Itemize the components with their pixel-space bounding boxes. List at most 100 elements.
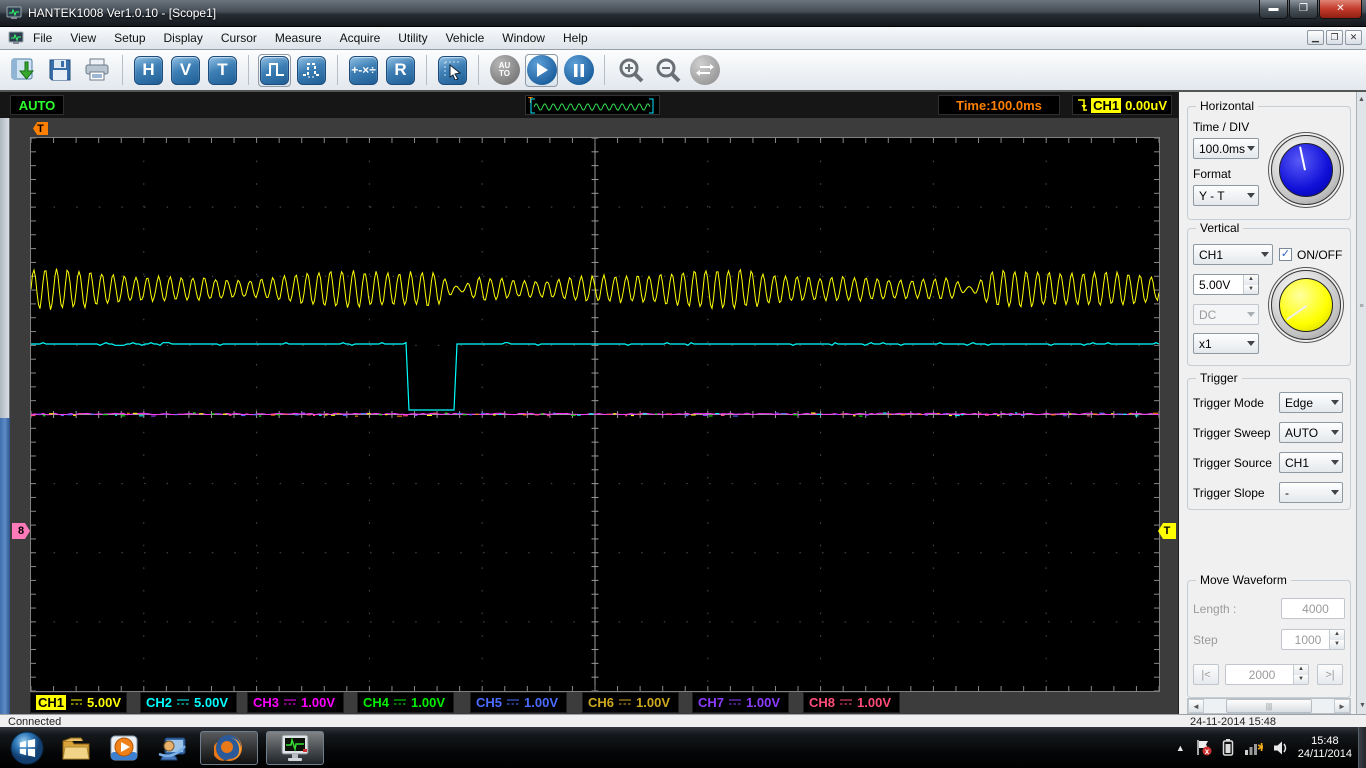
horizontal-knob[interactable] — [1271, 135, 1341, 205]
acquisition-mode-badge: AUTO — [10, 95, 64, 115]
zoom-in-button[interactable] — [614, 54, 647, 87]
menu-item-setup[interactable]: Setup — [105, 28, 154, 48]
hidden-icons-arrow-icon[interactable]: ▲ — [1176, 743, 1185, 753]
step-spinner[interactable]: 1000▲▼ — [1281, 629, 1345, 650]
reference-button[interactable]: R — [384, 54, 417, 87]
menu-item-measure[interactable]: Measure — [266, 28, 331, 48]
move-first-button[interactable]: |< — [1193, 664, 1219, 685]
channel-label-ch5[interactable]: CH51.00V — [470, 692, 567, 713]
vertical-knob[interactable] — [1271, 270, 1341, 340]
menu-item-acquire[interactable]: Acquire — [331, 28, 390, 48]
network-icon[interactable]: ✱ — [1244, 739, 1263, 756]
clock-date: 24/11/2014 — [1298, 748, 1352, 761]
menu-item-vehicle[interactable]: Vehicle — [437, 28, 494, 48]
close-button[interactable]: ✕ — [1319, 0, 1362, 19]
time-div-select[interactable]: 100.0ms — [1193, 138, 1259, 159]
waveform-preview[interactable]: T — [525, 95, 660, 115]
print-button[interactable] — [80, 54, 113, 87]
autoset-button[interactable]: AUTO — [488, 54, 521, 87]
digital-mode-button[interactable] — [295, 54, 328, 87]
minimize-button[interactable]: ▬ — [1259, 0, 1288, 19]
trigger-panel-button[interactable]: T — [206, 54, 239, 87]
ch8-ground-marker[interactable]: 8 — [12, 523, 30, 539]
save-button[interactable] — [43, 54, 76, 87]
position-spinner[interactable]: 2000▲▼ — [1225, 664, 1309, 685]
length-field[interactable]: 4000 — [1281, 598, 1345, 619]
refresh-button[interactable] — [688, 54, 721, 87]
menu-item-cursor[interactable]: Cursor — [212, 28, 266, 48]
speaker-icon[interactable] — [1273, 740, 1288, 756]
horizontal-panel-button[interactable]: H — [132, 54, 165, 87]
move-last-button[interactable]: >| — [1317, 664, 1343, 685]
scrollbar-thumb[interactable]: ||| — [1226, 699, 1312, 713]
channel-label-ch2[interactable]: CH25.00V — [140, 692, 237, 713]
left-scrollbar[interactable] — [0, 118, 10, 715]
panel-horizontal-scrollbar[interactable]: ◄ ||| ► — [1187, 698, 1351, 714]
vertical-channel-select[interactable]: CH1 — [1193, 244, 1273, 265]
channel-volts: 5.00V — [194, 695, 228, 710]
format-select[interactable]: Y - T — [1193, 185, 1259, 206]
open-button[interactable] — [6, 54, 39, 87]
taskbar-messenger-button[interactable] — [152, 731, 192, 765]
trigger-slope-select[interactable]: - — [1279, 482, 1343, 503]
scroll-left-arrow-icon[interactable]: ◄ — [1188, 699, 1204, 713]
taskbar-hantek-button[interactable] — [266, 731, 324, 765]
volts-div-spinner[interactable]: 5.00V▲▼ — [1193, 274, 1259, 295]
vertical-panel-button[interactable]: V — [169, 54, 202, 87]
scroll-up-arrow-icon[interactable]: ▲ — [1357, 96, 1366, 103]
taskbar-clock[interactable]: 15:48 24/11/2014 — [1298, 735, 1352, 761]
math-button[interactable]: +-×÷ — [347, 54, 380, 87]
trigger-source-select[interactable]: CH1 — [1279, 452, 1343, 473]
show-desktop-button[interactable] — [1358, 727, 1366, 768]
spinner-arrows-icon[interactable]: ▲▼ — [1329, 630, 1344, 649]
menu-item-file[interactable]: File — [24, 28, 61, 48]
taskbar-mediaplayer-button[interactable] — [104, 731, 144, 765]
pause-button[interactable] — [562, 54, 595, 87]
menu-item-view[interactable]: View — [61, 28, 105, 48]
trigger-sweep-select[interactable]: AUTO — [1279, 422, 1343, 443]
scrollbar-grip-icon[interactable]: ≡ — [1357, 303, 1366, 310]
spinner-arrows-icon[interactable]: ▲▼ — [1243, 275, 1258, 294]
menu-item-help[interactable]: Help — [554, 28, 597, 48]
scroll-right-arrow-icon[interactable]: ► — [1334, 699, 1350, 713]
channel-name: CH8 — [809, 695, 835, 710]
channel-label-ch6[interactable]: CH61.00V — [582, 692, 679, 713]
mdi-restore-button[interactable]: ❐ — [1326, 30, 1343, 45]
action-center-flag-icon[interactable]: x — [1195, 739, 1212, 756]
start-button[interactable] — [6, 729, 48, 767]
channel-label-ch4[interactable]: CH41.00V — [357, 692, 454, 713]
trigger-level-marker[interactable]: T — [1158, 523, 1176, 539]
save-icon — [47, 57, 73, 83]
trigger-mode-select[interactable]: Edge — [1279, 392, 1343, 413]
spinner-arrows-icon[interactable]: ▲▼ — [1293, 665, 1308, 684]
cursor-measure-button[interactable] — [436, 54, 469, 87]
menu-item-utility[interactable]: Utility — [389, 28, 436, 48]
channel-label-ch1[interactable]: CH15.00V — [30, 692, 127, 713]
channel-label-ch3[interactable]: CH31.00V — [247, 692, 344, 713]
left-scrollbar-thumb[interactable] — [0, 418, 10, 715]
taskbar-firefox-button[interactable] — [200, 731, 258, 765]
scroll-down-arrow-icon[interactable]: ▼ — [1359, 702, 1366, 709]
maximize-button[interactable]: ❐ — [1289, 0, 1318, 19]
channel-onoff-checkbox[interactable]: ✓ — [1279, 248, 1292, 261]
trigger-time-marker[interactable]: T — [33, 122, 48, 135]
battery-icon[interactable] — [1222, 739, 1234, 756]
channel-label-ch7[interactable]: CH71.00V — [692, 692, 789, 713]
scope-plot[interactable] — [30, 137, 1160, 692]
coupling-select[interactable]: DC — [1193, 304, 1259, 325]
zoom-out-button[interactable] — [651, 54, 684, 87]
run-button[interactable] — [525, 54, 558, 87]
right-scrollbar[interactable]: ▲ ≡ ▼ — [1356, 92, 1366, 715]
firefox-icon — [214, 733, 244, 763]
menu-item-display[interactable]: Display — [155, 28, 212, 48]
mdi-minimize-button[interactable]: ▁ — [1307, 30, 1324, 45]
menu-item-window[interactable]: Window — [493, 28, 554, 48]
waveform-mode-button[interactable] — [258, 54, 291, 87]
channel-label-ch8[interactable]: CH81.00V — [803, 692, 900, 713]
probe-select[interactable]: x1 — [1193, 333, 1259, 354]
channel-volts: 1.00V — [636, 695, 670, 710]
trigger-row-label: Trigger Source — [1193, 456, 1272, 470]
taskbar-explorer-button[interactable] — [56, 731, 96, 765]
mdi-close-button[interactable]: ✕ — [1345, 30, 1362, 45]
format-label: Format — [1193, 167, 1231, 181]
